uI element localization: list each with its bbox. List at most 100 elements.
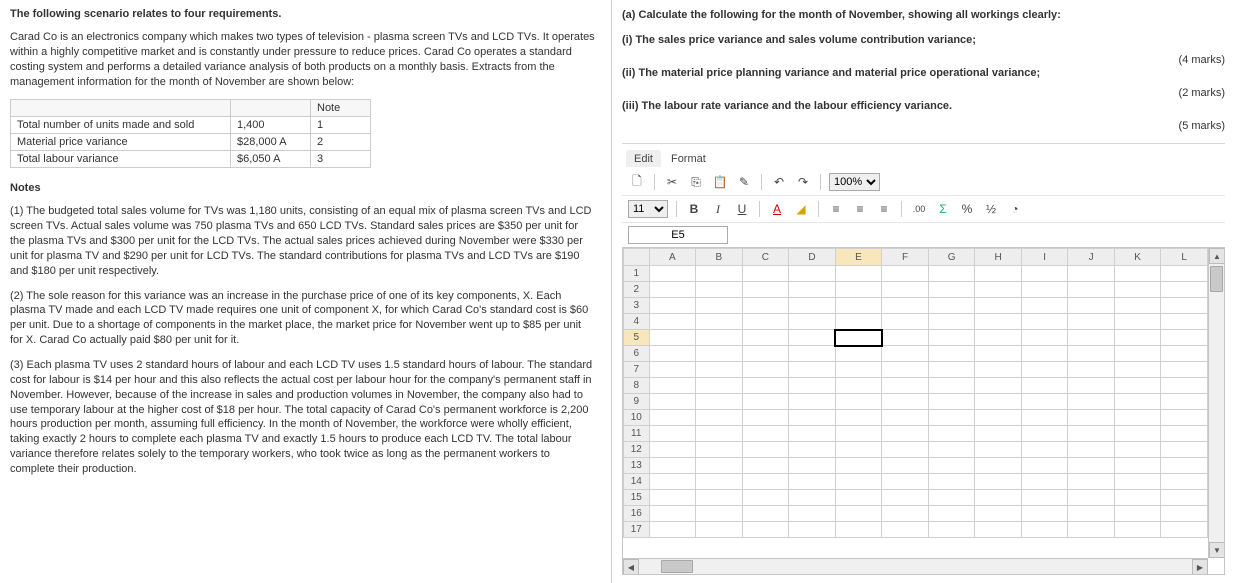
cell-L3[interactable] xyxy=(1161,298,1208,314)
cell-D16[interactable] xyxy=(789,506,836,522)
cell-C6[interactable] xyxy=(742,346,789,362)
cell-A6[interactable] xyxy=(649,346,696,362)
col-header-B[interactable]: B xyxy=(696,249,743,266)
cell-A3[interactable] xyxy=(649,298,696,314)
cell-I1[interactable] xyxy=(1021,266,1067,282)
horizontal-scrollbar[interactable]: ◀ ▶ xyxy=(623,558,1208,574)
cell-D17[interactable] xyxy=(789,522,836,538)
cell-H12[interactable] xyxy=(975,442,1022,458)
col-header-F[interactable]: F xyxy=(882,249,929,266)
cell-E13[interactable] xyxy=(835,458,882,474)
cell-H10[interactable] xyxy=(975,410,1022,426)
row-header-8[interactable]: 8 xyxy=(624,378,650,394)
cell-A4[interactable] xyxy=(649,314,696,330)
cell-I8[interactable] xyxy=(1021,378,1067,394)
cell-C8[interactable] xyxy=(742,378,789,394)
cell-I9[interactable] xyxy=(1021,394,1067,410)
cell-I15[interactable] xyxy=(1021,490,1067,506)
cell-C5[interactable] xyxy=(742,330,789,346)
font-size-select[interactable]: 11 xyxy=(628,200,668,218)
cell-I3[interactable] xyxy=(1021,298,1067,314)
cell-J7[interactable] xyxy=(1068,362,1114,378)
cell-B15[interactable] xyxy=(696,490,743,506)
cell-G15[interactable] xyxy=(928,490,975,506)
cell-K1[interactable] xyxy=(1114,266,1161,282)
cell-K11[interactable] xyxy=(1114,426,1161,442)
cell-J6[interactable] xyxy=(1068,346,1114,362)
cell-K6[interactable] xyxy=(1114,346,1161,362)
row-header-14[interactable]: 14 xyxy=(624,474,650,490)
spreadsheet[interactable]: ABCDEFGHIJKL1234567891011121314151617 ▲ … xyxy=(622,247,1225,575)
col-header-L[interactable]: L xyxy=(1161,249,1208,266)
cell-A13[interactable] xyxy=(649,458,696,474)
cell-B7[interactable] xyxy=(696,362,743,378)
cell-K14[interactable] xyxy=(1114,474,1161,490)
cell-B9[interactable] xyxy=(696,394,743,410)
cell-K2[interactable] xyxy=(1114,282,1161,298)
cell-L12[interactable] xyxy=(1161,442,1208,458)
row-header-12[interactable]: 12 xyxy=(624,442,650,458)
cell-J14[interactable] xyxy=(1068,474,1114,490)
cell-I16[interactable] xyxy=(1021,506,1067,522)
fill-color-icon[interactable]: ◢ xyxy=(792,200,810,218)
row-header-2[interactable]: 2 xyxy=(624,282,650,298)
cell-L11[interactable] xyxy=(1161,426,1208,442)
vertical-scrollbar[interactable]: ▲ ▼ xyxy=(1208,248,1224,558)
row-header-5[interactable]: 5 xyxy=(624,330,650,346)
cell-A10[interactable] xyxy=(649,410,696,426)
cell-K9[interactable] xyxy=(1114,394,1161,410)
cell-I2[interactable] xyxy=(1021,282,1067,298)
cell-B11[interactable] xyxy=(696,426,743,442)
cell-B8[interactable] xyxy=(696,378,743,394)
cell-F12[interactable] xyxy=(882,442,929,458)
cell-I6[interactable] xyxy=(1021,346,1067,362)
cell-H13[interactable] xyxy=(975,458,1022,474)
row-header-11[interactable]: 11 xyxy=(624,426,650,442)
time-icon[interactable]: ◔ xyxy=(1006,200,1024,218)
cell-D13[interactable] xyxy=(789,458,836,474)
cell-C12[interactable] xyxy=(742,442,789,458)
cell-F1[interactable] xyxy=(882,266,929,282)
cell-K12[interactable] xyxy=(1114,442,1161,458)
cell-F10[interactable] xyxy=(882,410,929,426)
cell-H7[interactable] xyxy=(975,362,1022,378)
cell-B16[interactable] xyxy=(696,506,743,522)
cell-G6[interactable] xyxy=(928,346,975,362)
cell-F9[interactable] xyxy=(882,394,929,410)
cell-D9[interactable] xyxy=(789,394,836,410)
cell-B13[interactable] xyxy=(696,458,743,474)
cell-H5[interactable] xyxy=(975,330,1022,346)
cell-J1[interactable] xyxy=(1068,266,1114,282)
cell-L7[interactable] xyxy=(1161,362,1208,378)
cell-G4[interactable] xyxy=(928,314,975,330)
cell-L14[interactable] xyxy=(1161,474,1208,490)
cell-J5[interactable] xyxy=(1068,330,1114,346)
cell-J12[interactable] xyxy=(1068,442,1114,458)
cell-H2[interactable] xyxy=(975,282,1022,298)
cell-F6[interactable] xyxy=(882,346,929,362)
cell-L16[interactable] xyxy=(1161,506,1208,522)
cell-B1[interactable] xyxy=(696,266,743,282)
col-header-E[interactable]: E xyxy=(835,249,882,266)
cell-H14[interactable] xyxy=(975,474,1022,490)
cell-C1[interactable] xyxy=(742,266,789,282)
cell-K5[interactable] xyxy=(1114,330,1161,346)
new-doc-icon[interactable]: 🗋 xyxy=(628,173,646,191)
cell-A15[interactable] xyxy=(649,490,696,506)
cell-E14[interactable] xyxy=(835,474,882,490)
cell-J16[interactable] xyxy=(1068,506,1114,522)
cell-C13[interactable] xyxy=(742,458,789,474)
row-header-17[interactable]: 17 xyxy=(624,522,650,538)
decimals-icon[interactable]: .00 xyxy=(910,200,928,218)
cell-F5[interactable] xyxy=(882,330,929,346)
cell-I4[interactable] xyxy=(1021,314,1067,330)
cell-D3[interactable] xyxy=(789,298,836,314)
cell-B10[interactable] xyxy=(696,410,743,426)
cell-K13[interactable] xyxy=(1114,458,1161,474)
row-header-6[interactable]: 6 xyxy=(624,346,650,362)
row-header-9[interactable]: 9 xyxy=(624,394,650,410)
cell-J8[interactable] xyxy=(1068,378,1114,394)
cell-A17[interactable] xyxy=(649,522,696,538)
cell-D14[interactable] xyxy=(789,474,836,490)
scroll-down-icon[interactable]: ▼ xyxy=(1209,542,1225,558)
